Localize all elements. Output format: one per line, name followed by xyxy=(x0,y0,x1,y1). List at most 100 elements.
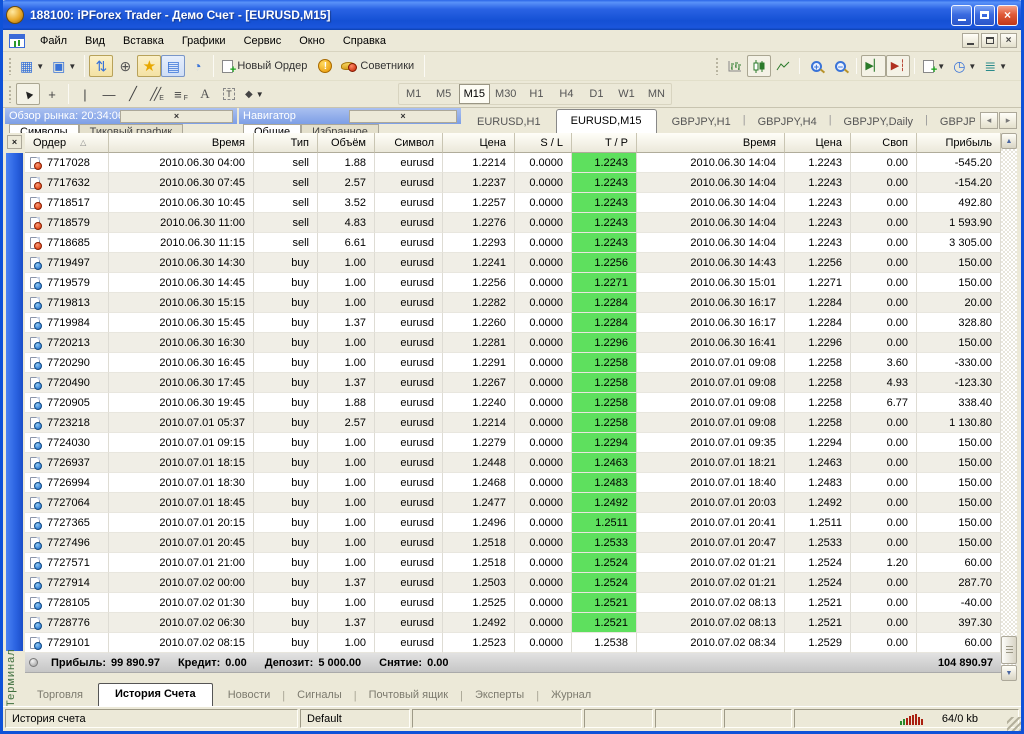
order-row[interactable]: 77270642010.07.01 18:45buy1.00eurusd1.24… xyxy=(25,493,1001,513)
order-row[interactable]: 77281052010.07.02 01:30buy1.00eurusd1.25… xyxy=(25,593,1001,613)
terminal-tab[interactable]: Торговля xyxy=(25,686,95,706)
status-profile[interactable]: Default xyxy=(300,709,410,728)
order-row[interactable]: 77275712010.07.01 21:00buy1.00eurusd1.25… xyxy=(25,553,1001,573)
terminal-tab[interactable]: Почтовый ящик xyxy=(357,686,460,706)
resize-grip[interactable] xyxy=(1007,717,1021,731)
order-row[interactable]: 77194972010.06.30 14:30buy1.00eurusd1.22… xyxy=(25,253,1001,273)
menu-item[interactable]: Вставка xyxy=(114,32,173,50)
scroll-down-icon[interactable]: ▼ xyxy=(1001,665,1017,681)
scroll-thumb[interactable] xyxy=(1001,636,1017,664)
menu-item[interactable]: Файл xyxy=(31,32,76,50)
mdi-minimize-button[interactable] xyxy=(962,33,979,48)
chart-tab[interactable]: GBPJPY,Weekly xyxy=(928,112,975,133)
timeframe-button[interactable]: H4 xyxy=(551,84,581,104)
zoom-out-button[interactable]: − xyxy=(828,55,852,77)
timeframe-button[interactable]: M1 xyxy=(399,84,429,104)
text-label-button[interactable]: T xyxy=(217,83,241,105)
channel-button[interactable]: ╱E xyxy=(145,83,169,105)
terminal-tab[interactable]: Сигналы xyxy=(285,686,354,706)
mdi-restore-button[interactable] xyxy=(981,33,998,48)
timeframe-button[interactable]: M5 xyxy=(429,84,459,104)
order-row[interactable]: 77291012010.07.02 08:15buy1.00eurusd1.25… xyxy=(25,633,1001,653)
terminal-button[interactable]: ▤ xyxy=(161,55,185,77)
order-row[interactable]: 77198132010.06.30 15:15buy1.00eurusd1.22… xyxy=(25,293,1001,313)
close-button[interactable]: × xyxy=(997,5,1018,26)
menu-item[interactable]: Графики xyxy=(173,32,235,50)
crosshair-button[interactable]: + xyxy=(40,83,64,105)
chart-window-icon[interactable] xyxy=(9,34,25,48)
navigator-close-icon[interactable]: × xyxy=(349,110,457,123)
maximize-button[interactable] xyxy=(974,5,995,26)
order-row[interactable]: 77274962010.07.01 20:45buy1.00eurusd1.25… xyxy=(25,533,1001,553)
terminal-tab[interactable]: История Счета xyxy=(98,683,213,706)
profiles-button[interactable]: ▣▼ xyxy=(48,55,80,77)
menu-item[interactable]: Сервис xyxy=(235,32,291,50)
bar-chart-button[interactable] xyxy=(723,55,747,77)
column-header[interactable]: T / P xyxy=(572,133,637,153)
terminal-tab[interactable]: Новости xyxy=(216,686,283,706)
templates-button[interactable]: ≣▼ xyxy=(980,55,1011,77)
panel-tab[interactable]: Символы xyxy=(9,124,79,133)
menu-item[interactable]: Окно xyxy=(290,32,334,50)
fibonacci-button[interactable]: ≡F xyxy=(169,83,193,105)
order-row[interactable]: 77232182010.07.01 05:37buy2.57eurusd1.22… xyxy=(25,413,1001,433)
tabs-scroll-right-icon[interactable]: ▸ xyxy=(999,112,1017,129)
navigator-button[interactable]: ★ xyxy=(137,55,161,77)
chart-tab[interactable]: GBPJPY,H4 xyxy=(746,112,829,133)
column-header[interactable]: Время xyxy=(637,133,785,153)
order-row[interactable]: 77209052010.06.30 19:45buy1.88eurusd1.22… xyxy=(25,393,1001,413)
vertical-line-button[interactable]: | xyxy=(73,83,97,105)
order-row[interactable]: 77195792010.06.30 14:45buy1.00eurusd1.22… xyxy=(25,273,1001,293)
toolbar-grip[interactable] xyxy=(715,57,720,75)
candlestick-chart-button[interactable] xyxy=(747,55,771,77)
terminal-drag-strip[interactable] xyxy=(6,153,23,651)
indicators-button[interactable]: +▼ xyxy=(919,55,949,77)
order-row[interactable]: 77240302010.07.01 09:15buy1.00eurusd1.22… xyxy=(25,433,1001,453)
titlebar[interactable]: 188100: iPForex Trader - Демо Счет - [EU… xyxy=(0,0,1024,30)
order-row[interactable]: 77269372010.07.01 18:15buy1.00eurusd1.24… xyxy=(25,453,1001,473)
terminal-tab[interactable]: Эксперты xyxy=(463,686,536,706)
order-row[interactable]: 77204902010.06.30 17:45buy1.37eurusd1.22… xyxy=(25,373,1001,393)
chart-shift-button[interactable]: ▶┆ xyxy=(886,55,910,77)
column-header[interactable]: Прибыль xyxy=(917,133,1001,153)
expert-advisors-button[interactable]: Советники xyxy=(337,55,420,77)
chart-tab[interactable]: EURUSD,M15 xyxy=(556,109,657,133)
terminal-close-button[interactable]: × xyxy=(7,135,22,149)
column-header[interactable]: Символ xyxy=(375,133,443,153)
column-header[interactable]: Цена xyxy=(443,133,515,153)
navigator-caption[interactable]: Навигатор × xyxy=(239,108,461,124)
order-row[interactable]: 77170282010.06.30 04:00sell1.88eurusd1.2… xyxy=(25,153,1001,173)
column-header[interactable]: Объём xyxy=(318,133,375,153)
minimize-button[interactable] xyxy=(951,5,972,26)
alerts-button[interactable]: ! xyxy=(313,55,337,77)
column-header[interactable]: Своп xyxy=(851,133,917,153)
panel-tab[interactable]: Тиковый график xyxy=(79,124,184,133)
timeframe-button[interactable]: M15 xyxy=(459,84,490,104)
order-row[interactable]: 77269942010.07.01 18:30buy1.00eurusd1.24… xyxy=(25,473,1001,493)
strategy-tester-button[interactable]: ◔ xyxy=(185,55,209,77)
terminal-tab[interactable]: Журнал xyxy=(539,686,603,706)
timeframe-button[interactable]: W1 xyxy=(611,84,641,104)
zoom-in-button[interactable]: + xyxy=(804,55,828,77)
text-button[interactable]: A xyxy=(193,83,217,105)
market-watch-caption[interactable]: Обзор рынка: 20:34:06 × xyxy=(5,108,237,124)
market-watch-button[interactable]: ⇅ xyxy=(89,55,113,77)
market-watch-close-icon[interactable]: × xyxy=(120,110,233,123)
column-header[interactable]: Цена xyxy=(785,133,851,153)
horizontal-line-button[interactable]: — xyxy=(97,83,121,105)
menu-item[interactable]: Справка xyxy=(334,32,395,50)
order-row[interactable]: 77287762010.07.02 06:30buy1.37eurusd1.24… xyxy=(25,613,1001,633)
mdi-close-button[interactable]: × xyxy=(1000,33,1017,48)
order-row[interactable]: 77176322010.06.30 07:45sell2.57eurusd1.2… xyxy=(25,173,1001,193)
order-row[interactable]: 77202902010.06.30 16:45buy1.00eurusd1.22… xyxy=(25,353,1001,373)
toolbar-grip[interactable] xyxy=(8,85,13,103)
arrows-button[interactable]: ◆▼ xyxy=(241,83,268,105)
column-header[interactable]: Время xyxy=(109,133,254,153)
column-header[interactable]: Ордер△ xyxy=(25,133,109,153)
timeframe-button[interactable]: D1 xyxy=(581,84,611,104)
order-row[interactable]: 77185792010.06.30 11:00sell4.83eurusd1.2… xyxy=(25,213,1001,233)
menu-item[interactable]: Вид xyxy=(76,32,114,50)
chart-tab[interactable]: GBPJPY,Daily xyxy=(832,112,926,133)
timeframe-button[interactable]: M30 xyxy=(490,84,521,104)
periods-button[interactable]: ◷▼ xyxy=(949,55,980,77)
